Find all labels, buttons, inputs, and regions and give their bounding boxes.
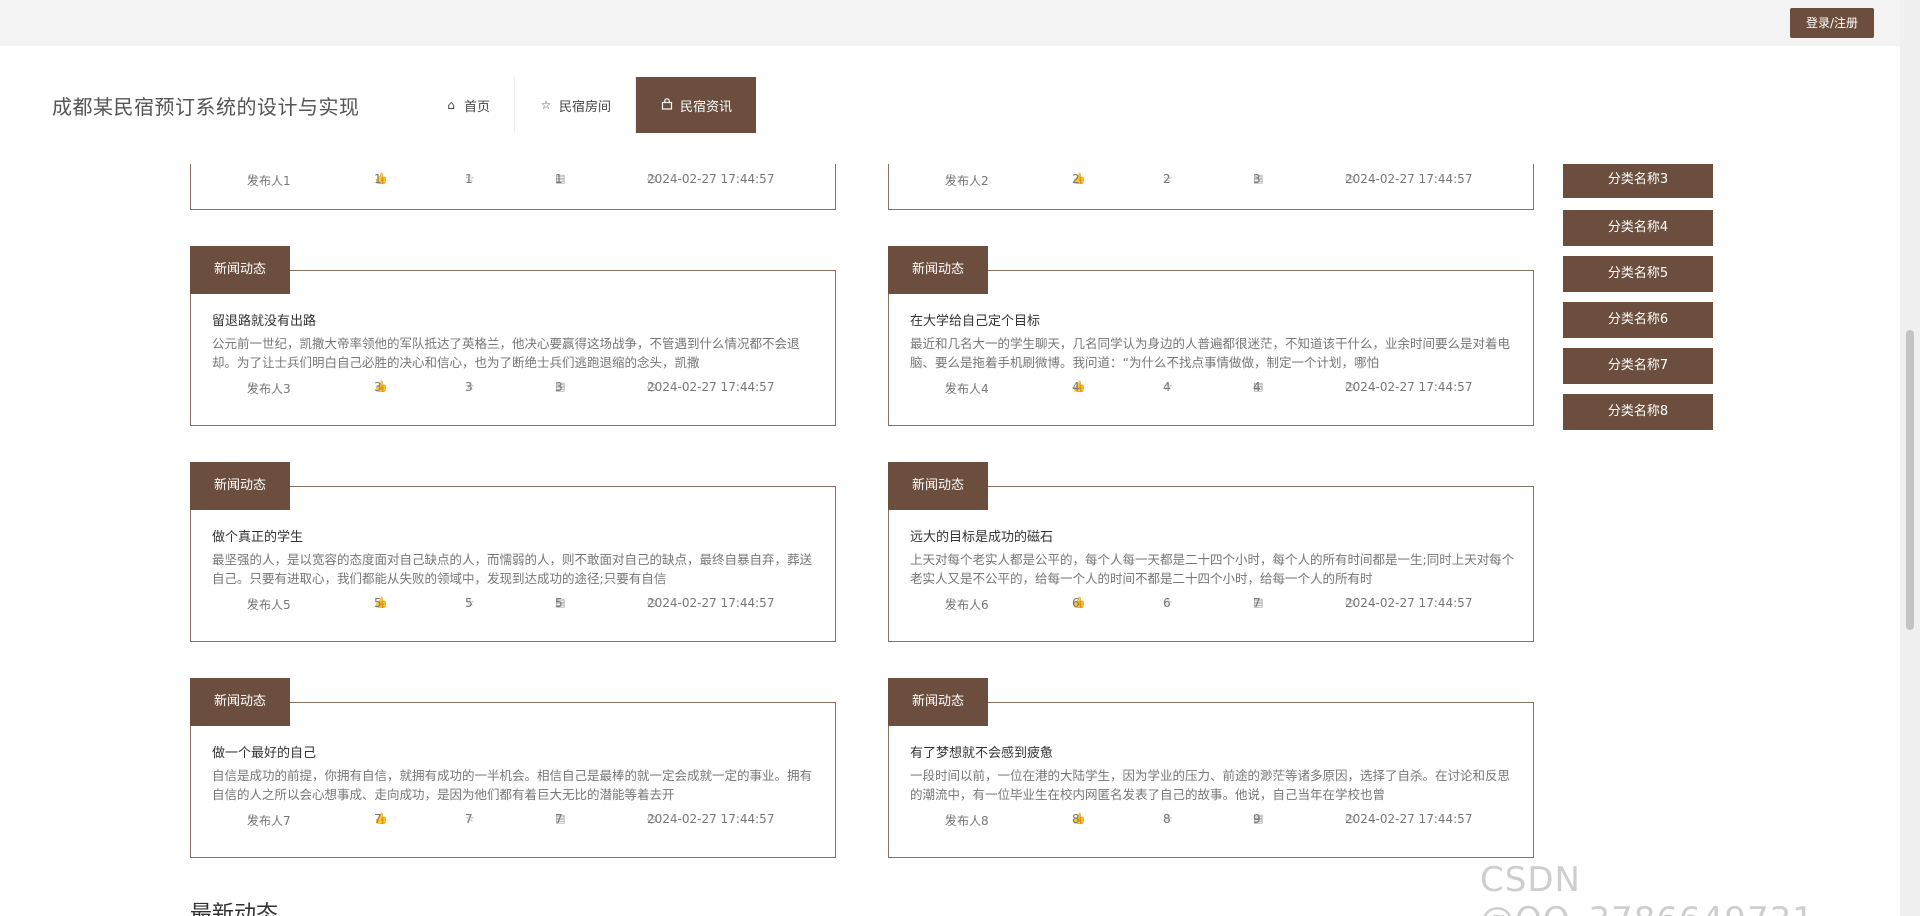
site-header: 成都某民宿预订系统的设计与实现 ⌂ 首页 ☆ 民宿房间 民宿资讯 (0, 46, 1900, 164)
card-meta: ⚇ 发布人6 👍 6 ☆ 6 ▤ 7 ◷ 2024-02-27 17:44:57 (945, 596, 1473, 612)
news-card-partial[interactable]: ⚇ 发布人1 👍 1 ☆ 1 ▤ 1 ◷ 2024-02-27 17:44:57 (190, 164, 836, 210)
news-title[interactable]: 做一个最好的自己 (212, 742, 316, 761)
news-title[interactable]: 有了梦想就不会感到疲惫 (910, 742, 1053, 761)
category-button[interactable]: 分类名称3 (1563, 164, 1713, 198)
category-button[interactable]: 分类名称8 (1563, 394, 1713, 430)
card-meta: ⚇ 发布人1 👍 1 ☆ 1 ▤ 1 ◷ 2024-02-27 17:44:57 (247, 172, 775, 188)
category-button[interactable]: 分类名称5 (1563, 256, 1713, 292)
news-excerpt: 最坚强的人，是以宽容的态度面对自己缺点的人，而懦弱的人，则不敢面对自己的缺点，最… (212, 552, 813, 586)
nav-label: 民宿资讯 (680, 99, 733, 115)
news-tag: 新闻动态 (190, 678, 290, 726)
news-excerpt: 最近和几名大一的学生聊天，几名同学认为身边的人普遍都很迷茫，不知道该干什么，业余… (910, 336, 1511, 370)
news-tag: 新闻动态 (190, 462, 290, 510)
nav-item-home[interactable]: ⌂ 首页 (420, 77, 516, 133)
nav-label: 首页 (464, 99, 491, 115)
site-title: 成都某民宿预订系统的设计与实现 (52, 95, 360, 119)
home-icon: ⌂ (447, 98, 455, 112)
watermark: CSDN @QQ_3786649731 (1480, 860, 1814, 916)
news-excerpt: 自信是成功的前提，你拥有自信，就拥有成功的一半机会。相信自己是最棒的就一定会成就… (212, 768, 813, 802)
latest-news-heading: 最新动态 (190, 902, 279, 916)
card-meta: ⚇ 发布人5 👍 5 ☆ 5 ▤ 5 ◷ 2024-02-27 17:44:57 (247, 596, 775, 612)
news-excerpt: 上天对每个老实人都是公平的，每个人每一天都是二十四个小时，每个人的所有时间都是一… (910, 552, 1515, 586)
news-title[interactable]: 远大的目标是成功的磁石 (910, 526, 1053, 545)
nav-item-news[interactable]: 民宿资讯 (636, 77, 757, 133)
news-title[interactable]: 留退路就没有出路 (212, 310, 316, 329)
top-bar: 登录/注册 (0, 0, 1920, 46)
main-nav: ⌂ 首页 ☆ 民宿房间 民宿资讯 (420, 77, 757, 133)
news-tag: 新闻动态 (888, 462, 988, 510)
card-meta: ⚇ 发布人2 👍 2 ☆ 2 ▤ 3 ◷ 2024-02-27 17:44:57 (945, 172, 1473, 188)
news-tag: 新闻动态 (888, 678, 988, 726)
nav-item-rooms[interactable]: ☆ 民宿房间 (515, 77, 637, 133)
scrollbar-thumb[interactable] (1906, 330, 1914, 630)
news-card-partial[interactable]: ⚇ 发布人2 👍 2 ☆ 2 ▤ 3 ◷ 2024-02-27 17:44:57 (888, 164, 1534, 210)
news-title[interactable]: 在大学给自己定个目标 (910, 310, 1040, 329)
card-meta: ⚇ 发布人3 👍 3 ☆ 3 ▤ 3 ◷ 2024-02-27 17:44:57 (247, 380, 775, 396)
news-content: ⚇ 发布人1 👍 1 ☆ 1 ▤ 1 ◷ 2024-02-27 17:44:57 ⚇ 发布人… (0, 164, 1900, 916)
news-excerpt: 一段时间以前，一位在港的大陆学生，因为学业的压力、前途的渺茫等诸多原因，选择了自… (910, 768, 1511, 802)
category-button[interactable]: 分类名称6 (1563, 302, 1713, 338)
bag-icon (660, 97, 674, 113)
star-icon: ☆ (540, 98, 552, 112)
nav-label: 民宿房间 (559, 99, 612, 115)
card-meta: ⚇ 发布人7 👍 7 ☆ 7 ▤ 7 ◷ 2024-02-27 17:44:57 (247, 812, 775, 828)
card-meta: ⚇ 发布人4 👍 4 ☆ 4 ▤ 4 ◷ 2024-02-27 17:44:57 (945, 380, 1473, 396)
news-title[interactable]: 做个真正的学生 (212, 526, 303, 545)
news-tag: 新闻动态 (190, 246, 290, 294)
card-meta: ⚇ 发布人8 👍 8 ☆ 8 ▤ 9 ◷ 2024-02-27 17:44:57 (945, 812, 1473, 828)
news-excerpt: 公元前一世纪，凯撒大帝率领他的军队抵达了英格兰，他决心要赢得这场战争，不管遇到什… (212, 336, 800, 370)
login-register-button[interactable]: 登录/注册 (1790, 8, 1874, 38)
category-button[interactable]: 分类名称7 (1563, 348, 1713, 384)
category-button[interactable]: 分类名称4 (1563, 210, 1713, 246)
page-scrollbar[interactable] (1900, 0, 1920, 916)
news-tag: 新闻动态 (888, 246, 988, 294)
